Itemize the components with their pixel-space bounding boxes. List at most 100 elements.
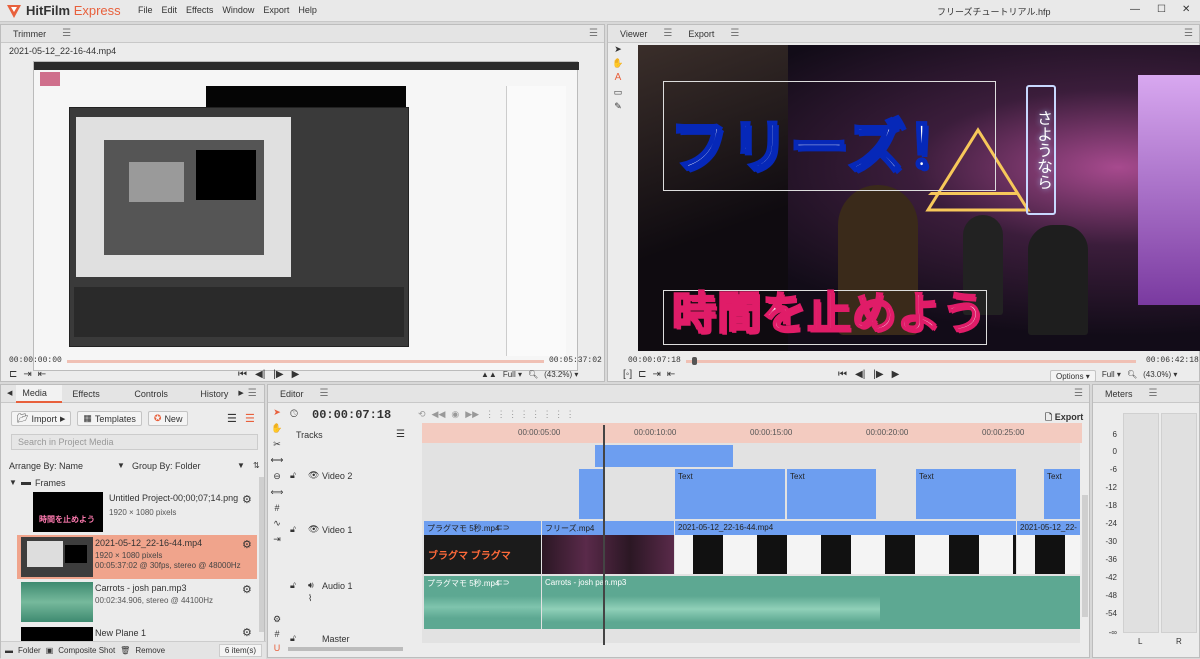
maximize-button[interactable]: ☐ xyxy=(1157,4,1166,15)
step-forward-icon[interactable]: |▶ xyxy=(273,370,283,380)
slip-tool-icon[interactable]: ⟷ xyxy=(271,455,284,466)
video-clip[interactable]: 2021-05-12_22- xyxy=(1017,521,1080,574)
slide-tool-icon[interactable]: ⊖ xyxy=(273,471,281,482)
media-item[interactable]: New Plane 1 ⚙ xyxy=(17,625,257,641)
skip-start-icon[interactable]: ⏮ xyxy=(238,370,247,380)
arrange-by-select[interactable]: Arrange By: Name xyxy=(9,461,83,471)
menu-icon[interactable]: ☰ xyxy=(320,388,329,399)
composite-shot-button[interactable]: Composite Shot xyxy=(58,646,115,655)
remove-button[interactable]: Remove xyxy=(135,646,165,655)
video-clip[interactable]: 2021-05-12_22-16-44.mp4 xyxy=(675,521,1016,574)
audio-clip[interactable]: Carrots - josh pan.mp3 xyxy=(542,576,1080,629)
timeline-playhead[interactable] xyxy=(603,425,605,645)
magnify-icon[interactable]: 🔍︎ xyxy=(1127,370,1137,382)
tab-meters[interactable]: Meters xyxy=(1099,385,1139,403)
mask-tool-icon[interactable]: ▭ xyxy=(614,88,623,97)
speaker-icon[interactable]: 🔊︎ xyxy=(308,580,314,591)
settings-icon[interactable]: ⚙ xyxy=(273,614,281,625)
step-back-icon[interactable]: ◀| xyxy=(255,370,265,380)
viewer-full-select[interactable]: Full ▾ xyxy=(1102,370,1121,382)
timeline-hscrollbar[interactable] xyxy=(288,647,403,651)
play-icon[interactable]: ▶ xyxy=(292,370,300,380)
list-view-icon[interactable]: ☰ xyxy=(227,412,237,425)
visibility-eye-icon[interactable]: 👁︎ xyxy=(308,470,319,481)
menu-icon[interactable]: ☰ xyxy=(1149,388,1158,399)
text-clip[interactable]: Text xyxy=(916,469,1016,519)
skip-start-icon[interactable]: ⏮ xyxy=(838,370,847,380)
lock-icon[interactable]: 🔓︎ xyxy=(290,633,296,644)
ripple-edit-icon[interactable]: ⇥ xyxy=(273,534,281,545)
record-icon[interactable]: ◉ xyxy=(451,409,459,420)
magnify-icon[interactable]: 🔍︎ xyxy=(528,370,538,379)
text-clip[interactable]: Text xyxy=(675,469,785,519)
viewer-playhead[interactable] xyxy=(692,357,697,365)
roll-tool-icon[interactable]: # xyxy=(274,503,279,513)
audio-clip[interactable]: プラグマモ 5秒.mp4 ⊂⊃ xyxy=(424,576,541,629)
panel-menu-icon[interactable]: ☰ xyxy=(1184,28,1193,39)
trimmer-full-select[interactable]: Full ▾ xyxy=(503,370,522,379)
menu-effects[interactable]: Effects xyxy=(186,5,213,15)
group-by-select[interactable]: Group By: Folder xyxy=(132,461,201,471)
text-clip[interactable] xyxy=(579,469,604,519)
tab-history[interactable]: History xyxy=(194,385,234,403)
scroll-left-icon[interactable]: ◀ xyxy=(7,390,12,397)
snap-magnet-icon[interactable]: U xyxy=(274,643,281,653)
tab-editor[interactable]: Editor xyxy=(274,385,310,403)
media-item[interactable]: 時間を止めよう Untitled Project-00;00;07;14.png… xyxy=(17,490,257,534)
folder-button[interactable]: Folder xyxy=(18,646,41,655)
group-dropdown-icon[interactable]: ▼ xyxy=(237,461,245,470)
quality-icon[interactable]: ▲▲ xyxy=(481,370,497,379)
range-bar[interactable] xyxy=(595,445,733,467)
media-item[interactable]: Carrots - josh pan.mp3 00:02:34.906, ste… xyxy=(17,580,257,624)
hand-tool-icon[interactable]: ✋ xyxy=(612,59,623,68)
media-item-selected[interactable]: 2021-05-12_22-16-44.mp4 1920 × 1080 pixe… xyxy=(17,535,257,579)
insert-icon[interactable]: ⇥ xyxy=(653,370,661,380)
lock-icon[interactable]: 🔓︎ xyxy=(290,524,296,535)
viewer-zoom-select[interactable]: (43.0%) ▾ xyxy=(1143,370,1177,382)
menu-file[interactable]: File xyxy=(138,5,153,15)
overlay-icon[interactable]: ⇤ xyxy=(667,370,675,380)
detail-view-icon[interactable]: ☰ xyxy=(245,412,255,425)
tab-trimmer[interactable]: Trimmer xyxy=(7,25,52,43)
gear-icon[interactable]: ⚙ xyxy=(242,493,252,506)
video-clip[interactable]: フリーズ.mp4 xyxy=(542,521,674,574)
gear-icon[interactable]: ⚙ xyxy=(242,583,252,596)
select-tool-icon[interactable]: ➤ xyxy=(614,45,622,54)
text-clip[interactable]: Text xyxy=(1044,469,1080,519)
lock-icon[interactable]: 🔓︎ xyxy=(290,580,296,591)
razor-tool-icon[interactable]: ✂ xyxy=(273,439,281,450)
tracks-menu-icon[interactable]: ☰ xyxy=(396,429,405,440)
pen-tool-icon[interactable]: ✎ xyxy=(614,102,622,111)
folder-expand-icon[interactable]: ▼ xyxy=(9,478,17,487)
menu-icon[interactable]: ☰ xyxy=(663,28,672,39)
step-forward-icon[interactable]: |▶ xyxy=(873,370,883,380)
new-button[interactable]: ✪ New xyxy=(147,411,189,426)
timeline-scrollbar[interactable] xyxy=(1082,495,1088,617)
step-back-icon[interactable]: ◀| xyxy=(855,370,865,380)
panel-menu-icon[interactable]: ☰ xyxy=(248,388,257,399)
visibility-eye-icon[interactable]: 👁︎ xyxy=(308,524,319,535)
text-clip[interactable]: Text xyxy=(787,469,876,519)
menu-icon[interactable]: ☰ xyxy=(62,28,71,39)
hand-tool-icon[interactable]: ✋ xyxy=(271,423,282,434)
marker-icon[interactable]: ⋮ ⋮ ⋮ ⋮ ⋮ ⋮ ⋮ ⋮ xyxy=(485,409,575,420)
next-icon[interactable]: ▶▶ xyxy=(465,409,479,420)
rate-tool-icon[interactable]: ∿ xyxy=(273,518,281,529)
prev-icon[interactable]: ◀◀ xyxy=(432,409,446,420)
tab-media[interactable]: Media xyxy=(16,384,63,403)
snapshot-icon[interactable]: [◦] xyxy=(623,370,632,380)
text-tool-icon[interactable]: A xyxy=(615,73,622,83)
gear-icon[interactable]: ⚙ xyxy=(242,538,252,551)
tab-viewer[interactable]: Viewer xyxy=(614,25,653,43)
templates-button[interactable]: ▦ Templates xyxy=(77,411,142,426)
minimize-button[interactable]: — xyxy=(1130,4,1140,15)
tab-controls[interactable]: Controls xyxy=(128,385,190,403)
menu-edit[interactable]: Edit xyxy=(162,5,178,15)
menu-icon[interactable]: ☰ xyxy=(730,28,739,39)
close-button[interactable]: ✕ xyxy=(1182,4,1190,15)
menu-export[interactable]: Export xyxy=(263,5,289,15)
overlay-icon[interactable]: ⇤ xyxy=(38,370,46,380)
menu-window[interactable]: Window xyxy=(222,5,254,15)
play-icon[interactable]: ▶ xyxy=(892,370,900,380)
sort-icon[interactable]: ⇅ xyxy=(253,461,260,470)
